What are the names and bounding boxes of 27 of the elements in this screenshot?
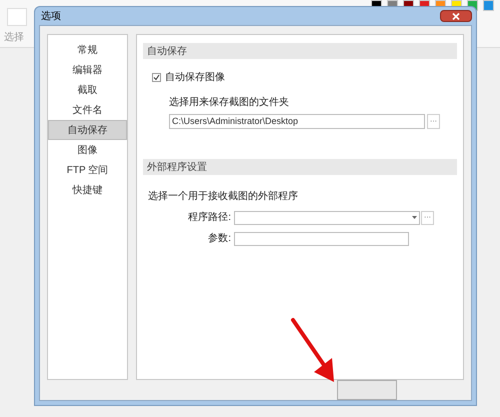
- folder-label: 选择用来保存截图的文件夹: [169, 96, 289, 110]
- field-label: 程序路径:: [188, 210, 231, 225]
- dialog-button[interactable]: [337, 380, 397, 400]
- program-path-dropdown[interactable]: [234, 210, 420, 224]
- window-title: 选项: [41, 10, 61, 24]
- section-header: 外部程序设置: [143, 159, 457, 175]
- tool-label: 选择: [4, 30, 24, 45]
- close-icon: [452, 12, 460, 20]
- folder-path-field[interactable]: C:\Users\Administrator\Desktop: [169, 114, 425, 129]
- color-swatch[interactable]: [483, 0, 494, 11]
- sidebar-item[interactable]: 常规: [48, 40, 127, 60]
- checkbox[interactable]: [152, 73, 161, 82]
- sidebar-item[interactable]: 图像: [48, 140, 127, 160]
- pointer-arrow: [291, 318, 334, 382]
- sidebar-item[interactable]: 文件名: [48, 100, 127, 120]
- sidebar-item[interactable]: 快捷键: [48, 180, 127, 200]
- sidebar-item[interactable]: 截取: [48, 80, 127, 100]
- checkbox-label: 自动保存图像: [165, 71, 225, 85]
- sidebar-item[interactable]: 自动保存: [48, 120, 127, 140]
- description-text: 选择一个用于接收截图的外部程序: [148, 190, 298, 204]
- close-button[interactable]: [440, 10, 472, 22]
- arguments-field[interactable]: [234, 232, 409, 246]
- sidebar-item[interactable]: 编辑器: [48, 60, 127, 80]
- dropdown-caret-icon: [412, 216, 417, 219]
- section-header: 自动保存: [143, 43, 457, 59]
- sidebar-item[interactable]: FTP 空间: [48, 160, 127, 180]
- field-label: 参数:: [208, 232, 231, 246]
